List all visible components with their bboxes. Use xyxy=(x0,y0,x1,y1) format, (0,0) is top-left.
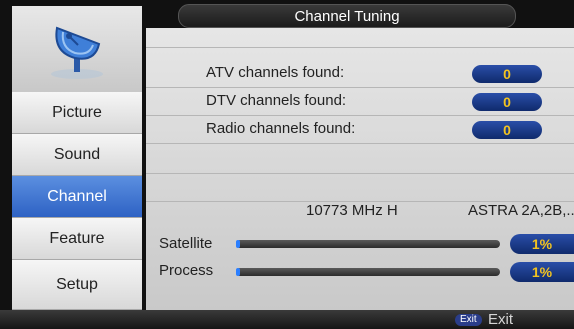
atv-count-value: 0 xyxy=(472,65,542,83)
radio-count-label: Radio channels found: xyxy=(206,120,356,137)
sidebar: Picture Sound Channel Feature Setup xyxy=(12,6,142,310)
title-bar: Channel Tuning xyxy=(178,4,516,28)
process-percent: 1% xyxy=(510,262,574,282)
satellite-progress-fill xyxy=(236,240,240,248)
dtv-count-label: DTV channels found: xyxy=(206,92,347,109)
satellite-name: ASTRA 2A,2B,... xyxy=(468,202,574,219)
sidebar-item-picture[interactable]: Picture xyxy=(12,92,142,134)
dtv-count-value: 0 xyxy=(472,93,542,111)
tv-screen: Picture Sound Channel Feature Setup Chan… xyxy=(0,0,574,329)
sidebar-item-setup[interactable]: Setup xyxy=(12,260,142,310)
sidebar-item-sound[interactable]: Sound xyxy=(12,134,142,176)
sidebar-item-feature[interactable]: Feature xyxy=(12,218,142,260)
satellite-label: Satellite xyxy=(159,235,213,252)
atv-count-label: ATV channels found: xyxy=(206,64,345,81)
process-label: Process xyxy=(159,262,214,279)
exit-key-badge[interactable]: Exit xyxy=(455,314,482,326)
sidebar-item-channel[interactable]: Channel xyxy=(12,176,142,218)
sidebar-item-label: Feature xyxy=(49,229,105,247)
atv-count-row: ATV channels found: 0 xyxy=(146,58,574,88)
page-title: Channel Tuning xyxy=(294,8,400,25)
sidebar-item-label: Picture xyxy=(52,103,102,121)
logo-box xyxy=(12,6,142,93)
satellite-percent: 1% xyxy=(510,234,574,254)
satellite-dish-icon xyxy=(51,26,103,79)
process-progress-fill xyxy=(236,268,240,276)
frequency-readout: 10773 MHz H xyxy=(306,202,398,219)
process-progress-bar xyxy=(236,268,500,276)
radio-count-row: Radio channels found: 0 xyxy=(146,114,574,144)
sidebar-item-label: Channel xyxy=(47,187,107,205)
sidebar-item-label: Sound xyxy=(53,145,101,163)
empty-row xyxy=(146,172,574,202)
radio-count-value: 0 xyxy=(472,121,542,139)
main-panel: ATV channels found: 0 DTV channels found… xyxy=(146,28,574,310)
dtv-count-row: DTV channels found: 0 xyxy=(146,86,574,116)
spacer-row xyxy=(146,28,574,48)
empty-row xyxy=(146,144,574,174)
sidebar-item-label: Setup xyxy=(56,275,98,293)
bottom-bar: Exit Exit xyxy=(0,310,574,329)
exit-label[interactable]: Exit xyxy=(488,311,513,328)
satellite-progress-bar xyxy=(236,240,500,248)
